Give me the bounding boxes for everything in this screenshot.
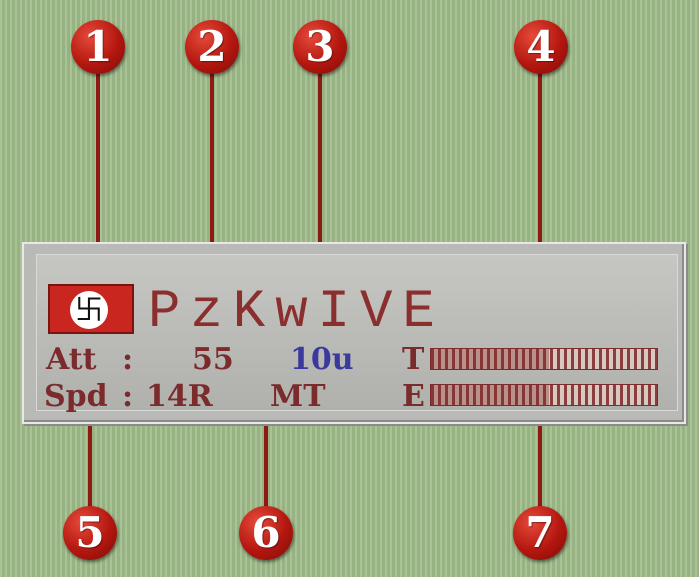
gauge-e <box>430 384 658 406</box>
callout-6: 6 <box>239 506 293 560</box>
attack-value: 55 <box>192 342 234 377</box>
callout-3: 3 <box>293 20 347 74</box>
gauge-e-label: E <box>402 379 425 414</box>
callout-1: 1 <box>71 20 125 74</box>
speed-value: 14R <box>146 379 213 414</box>
callout-4: 4 <box>514 20 568 74</box>
nation-flag: 卐 <box>48 284 134 334</box>
gauge-t-label: T <box>402 342 425 377</box>
unit-name: PzKwIVE <box>148 282 445 343</box>
speed-extra: MT <box>270 379 326 414</box>
callout-7: 7 <box>513 506 567 560</box>
attack-secondary-value: 10u <box>290 342 354 377</box>
gauge-t <box>430 348 658 370</box>
speed-label: Spd <box>44 379 108 414</box>
swastika-flag-icon: 卐 <box>70 291 108 329</box>
attack-separator: : <box>122 342 134 377</box>
attack-label: Att <box>46 342 97 377</box>
speed-separator: : <box>122 379 134 414</box>
callout-5: 5 <box>63 506 117 560</box>
gauge-t-fill <box>431 349 549 369</box>
gauge-e-fill <box>431 385 549 405</box>
callout-2: 2 <box>185 20 239 74</box>
